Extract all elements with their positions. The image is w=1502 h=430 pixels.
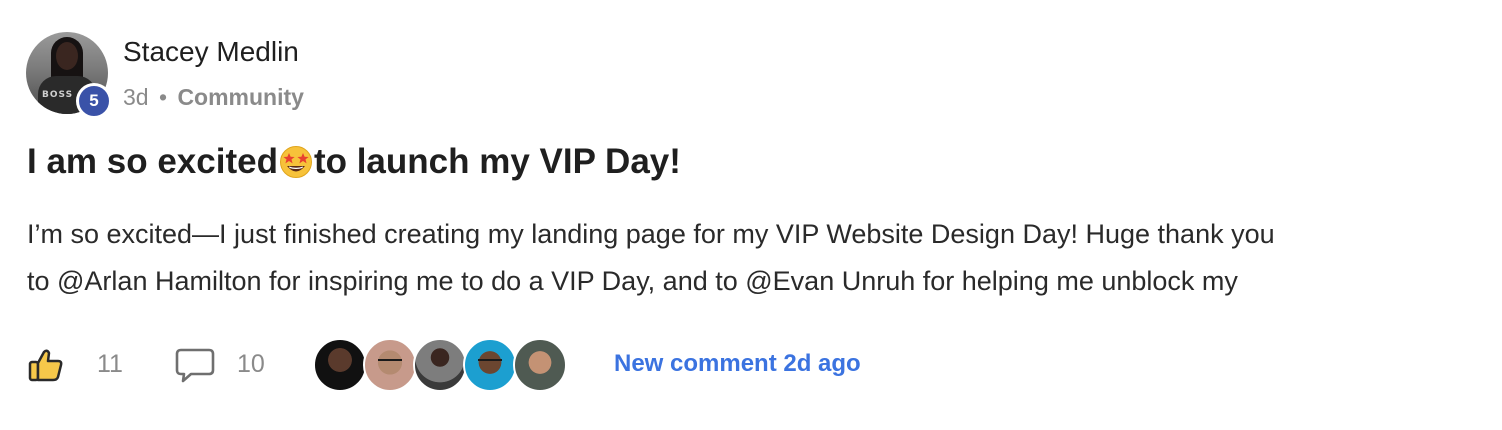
post-title-start: I am so excited [27, 142, 278, 181]
thumbs-up-icon[interactable] [27, 346, 65, 384]
meta-separator: • [158, 84, 168, 110]
avatar[interactable] [313, 338, 367, 392]
post-body-line: I’m so excited—I just finished creating … [27, 219, 1275, 249]
post-category[interactable]: Community [177, 84, 304, 110]
post-card: BOSS 5 Stacey Medlin 3d • Community I am… [0, 0, 1502, 430]
avatar[interactable] [463, 338, 517, 392]
new-comment-link[interactable]: New comment 2d ago [614, 350, 861, 378]
like-count: 11 [97, 350, 123, 378]
post-title[interactable]: I am so excited to launch my VIP Day! [27, 142, 681, 182]
post-time: 3d [123, 84, 149, 110]
avatar[interactable] [513, 338, 567, 392]
author-name[interactable]: Stacey Medlin [123, 36, 299, 68]
post-body[interactable]: I’m so excited—I just finished creating … [27, 211, 1492, 305]
post-body-line: to @Arlan Hamilton for inspiring me to d… [27, 266, 1238, 296]
commenter-avatars[interactable] [313, 338, 567, 392]
post-title-end: to launch my VIP Day! [313, 142, 681, 181]
avatar[interactable] [363, 338, 417, 392]
comment-count: 10 [237, 350, 265, 378]
avatar[interactable] [413, 338, 467, 392]
level-badge: 5 [76, 83, 112, 119]
author-avatar-group[interactable]: BOSS 5 [26, 32, 112, 119]
star-struck-face-icon [279, 145, 313, 179]
post-footer: 11 10 New comment 2d ago [27, 336, 1487, 392]
speech-bubble-icon[interactable] [175, 346, 215, 384]
post-meta: 3d • Community [123, 84, 304, 111]
